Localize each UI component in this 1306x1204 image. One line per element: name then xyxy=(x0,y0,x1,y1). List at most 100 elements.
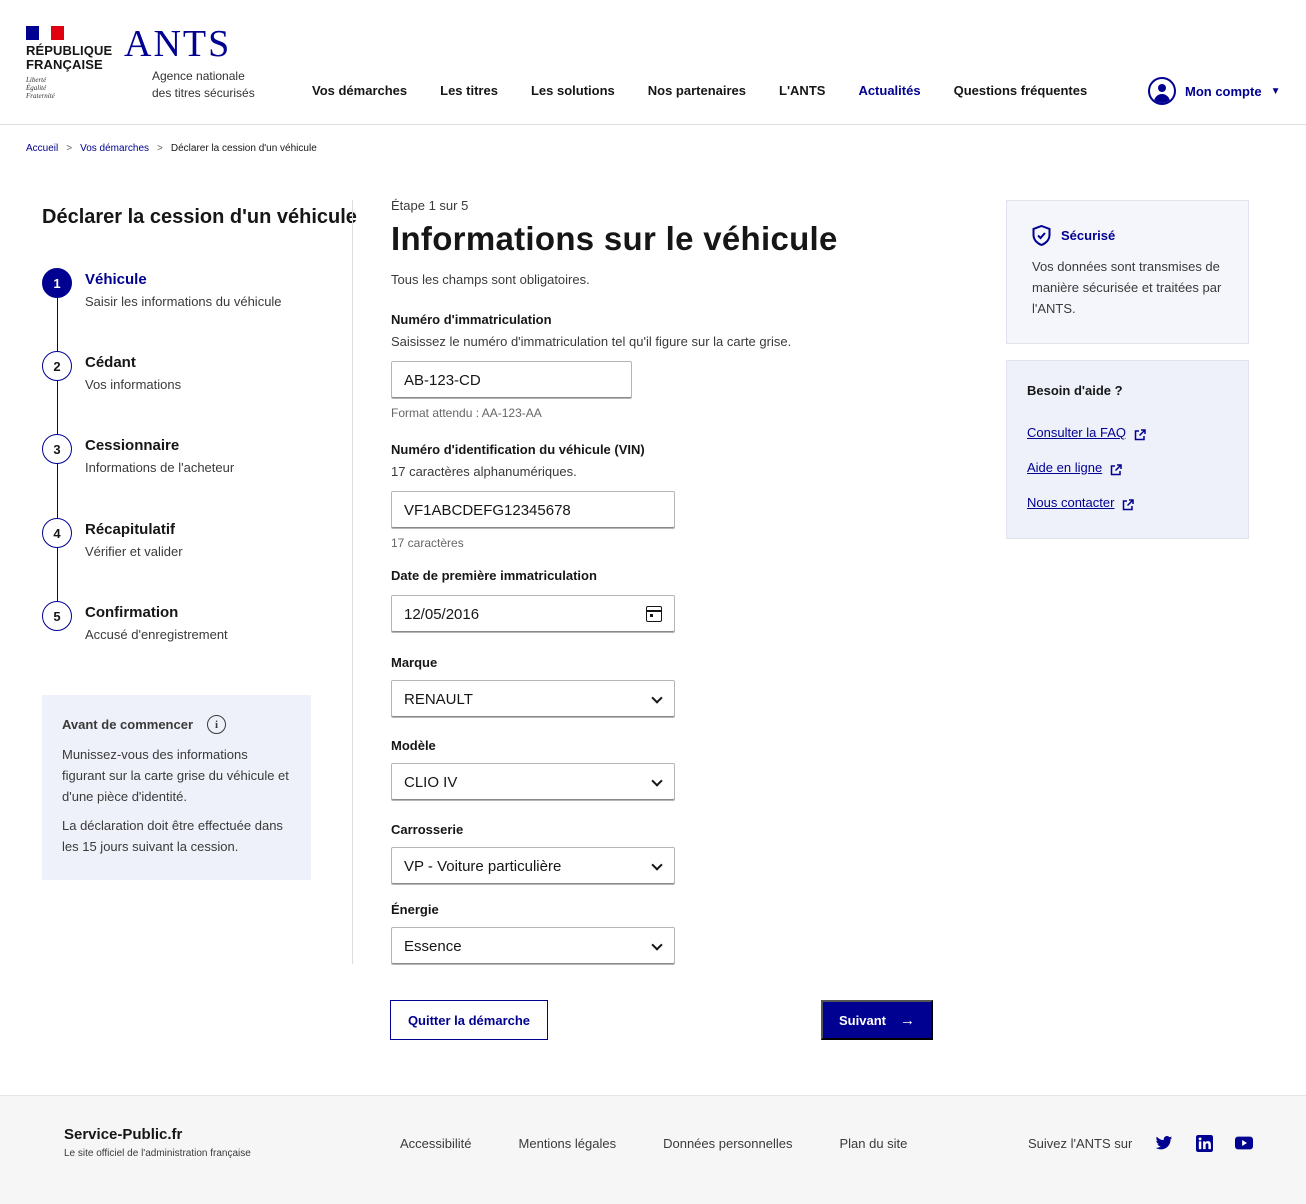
step-number: 3 xyxy=(42,434,72,464)
arrow-right-icon: → xyxy=(899,1011,915,1029)
column-divider xyxy=(352,200,353,964)
nav-nos-partenaires[interactable]: Nos partenaires xyxy=(636,80,758,102)
ants-brand-subtitle: Agence nationale des titres sécurisés xyxy=(152,68,282,102)
external-link-icon xyxy=(1122,497,1135,511)
input-value: VF1ABCDEFG12345678 xyxy=(404,501,571,519)
ants-sub-line1: Agence nationale xyxy=(152,69,245,83)
help-box: Besoin d'aide ? Consulter la FAQ Aide en… xyxy=(1006,360,1249,539)
step-recapitulatif[interactable]: 4 Récapitulatif Vérifier et valider xyxy=(42,518,183,561)
marque-select[interactable]: RENAULT xyxy=(391,680,675,718)
help-link-label: Aide en ligne xyxy=(1027,460,1103,475)
modele-select[interactable]: CLIO IV xyxy=(391,763,675,801)
step-title: Véhicule xyxy=(85,271,147,288)
linkedin-icon[interactable] xyxy=(1195,1134,1213,1152)
chevron-right-icon: > xyxy=(66,143,73,154)
ants-logo[interactable]: ANTS Agence nationale des titres sécuris… xyxy=(124,23,255,100)
field-label: Date de première immatriculation xyxy=(391,568,597,583)
marque-field-group: Marque RENAULT xyxy=(391,654,951,718)
step-title: Récapitulatif xyxy=(85,521,176,538)
field-label: Énergie xyxy=(391,902,439,917)
help-link-label: Nous contacter xyxy=(1027,495,1115,510)
help-link-contact[interactable]: Nous contacter xyxy=(1027,493,1228,513)
step-cedant[interactable]: 2 Cédant Vos informations xyxy=(42,351,181,394)
republic-motto: Liberté Égalité Fraternité xyxy=(26,76,110,100)
quit-button[interactable]: Quitter la démarche xyxy=(390,1000,548,1040)
step-number: 4 xyxy=(42,518,72,548)
select-value: CLIO IV xyxy=(404,773,458,791)
social-label: Suivez l'ANTS sur xyxy=(1028,1135,1133,1151)
step-indicator: Étape 1 sur 5 xyxy=(391,198,469,213)
secure-title: Sécurisé xyxy=(1061,228,1116,243)
next-button[interactable]: Suivant → xyxy=(821,1000,933,1040)
calendar-icon[interactable] xyxy=(646,606,662,622)
field-hint: Saisissez le numéro d'immatriculation te… xyxy=(391,334,792,349)
step-cessionnaire[interactable]: 3 Cessionnaire Informations de l'acheteu… xyxy=(42,434,234,477)
immatriculation-input[interactable]: AB-123-CD xyxy=(391,361,632,399)
nav-actualites[interactable]: Actualités xyxy=(846,80,932,102)
motto-line2: Égalité xyxy=(26,84,47,92)
help-link-faq[interactable]: Consulter la FAQ xyxy=(1027,423,1228,443)
first-registration-date-input[interactable]: 12/05/2016 xyxy=(391,595,675,633)
republique-francaise-logo[interactable]: RÉPUBLIQUE FRANÇAISE Liberté Égalité Fra… xyxy=(26,26,113,100)
procedure-title: Déclarer la cession d'un véhicule xyxy=(42,206,357,228)
field-help: 17 caractères xyxy=(391,536,464,550)
step-vehicule[interactable]: 1 Véhicule Saisir les informations du vé… xyxy=(42,268,282,311)
help-title: Besoin d'aide ? xyxy=(1027,383,1123,398)
carrosserie-select[interactable]: VP - Voiture particulière xyxy=(391,847,675,885)
field-label: Modèle xyxy=(391,738,436,753)
vin-input[interactable]: VF1ABCDEFG12345678 xyxy=(391,491,675,529)
breadcrumb: Accueil > Vos démarches > Déclarer la ce… xyxy=(26,143,317,154)
chevron-down-icon: ▼ xyxy=(1270,85,1281,97)
breadcrumb-accueil[interactable]: Accueil xyxy=(26,143,58,154)
nav-questions-frequentes[interactable]: Questions fréquentes xyxy=(942,80,1100,102)
info-box-text: Munissez-vous des informations figurant … xyxy=(62,747,289,804)
site-footer: Service-Public.fr Le site officiel de l'… xyxy=(0,1095,1306,1204)
field-label: Carrosserie xyxy=(391,822,464,837)
site-header: RÉPUBLIQUE FRANÇAISE Liberté Égalité Fra… xyxy=(0,0,1306,125)
nav-les-titres[interactable]: Les titres xyxy=(428,80,510,102)
step-desc: Informations de l'acheteur xyxy=(85,460,235,475)
footer-brand[interactable]: Service-Public.fr Le site officiel de l'… xyxy=(64,1126,251,1159)
chevron-down-icon xyxy=(652,694,662,704)
account-label: Mon compte xyxy=(1185,83,1262,99)
external-link-icon xyxy=(1110,462,1122,476)
chevron-right-icon: > xyxy=(157,143,163,154)
step-title: Confirmation xyxy=(85,604,179,621)
nav-l-ants[interactable]: L'ANTS xyxy=(767,80,837,102)
date-field-group: Date de première immatriculation 12/05/2… xyxy=(391,567,951,633)
carrosserie-field-group: Carrosserie VP - Voiture particulière xyxy=(391,821,951,885)
account-menu-button[interactable]: Mon compte ▼ xyxy=(1148,77,1280,105)
step-confirmation[interactable]: 5 Confirmation Accusé d'enregistrement xyxy=(42,601,228,644)
help-link-label: Consulter la FAQ xyxy=(1027,425,1126,440)
motto-line1: Liberté xyxy=(26,76,47,84)
field-label: Marque xyxy=(391,655,438,670)
user-avatar-icon xyxy=(1148,77,1176,105)
help-link-aide-en-ligne[interactable]: Aide en ligne xyxy=(1027,458,1228,478)
field-label: Numéro d'identification du véhicule (VIN… xyxy=(391,442,645,457)
ants-sub-line2: des titres sécurisés xyxy=(152,86,255,100)
select-value: Essence xyxy=(404,937,462,955)
energie-field-group: Énergie Essence xyxy=(391,901,951,965)
next-button-label: Suivant xyxy=(839,1012,886,1028)
step-desc: Accusé d'enregistrement xyxy=(85,627,228,642)
footer-link-plan-du-site[interactable]: Plan du site xyxy=(839,1136,907,1151)
footer-link-accessibilite[interactable]: Accessibilité xyxy=(400,1136,472,1151)
footer-link-donnees-personnelles[interactable]: Données personnelles xyxy=(663,1136,792,1151)
step-number: 1 xyxy=(42,268,72,298)
select-value: VP - Voiture particulière xyxy=(404,857,562,875)
nav-les-solutions[interactable]: Les solutions xyxy=(519,80,627,102)
twitter-icon[interactable] xyxy=(1155,1134,1173,1152)
youtube-icon[interactable] xyxy=(1235,1134,1254,1152)
energie-select[interactable]: Essence xyxy=(391,927,675,965)
sidebar: Déclarer la cession d'un véhicule 1 Véhi… xyxy=(42,200,357,642)
footer-brand-sub: Le site officiel de l'administration fra… xyxy=(64,1148,251,1159)
field-hint: 17 caractères alphanumériques. xyxy=(391,464,577,479)
republic-name: RÉPUBLIQUE FRANÇAISE xyxy=(26,43,113,72)
main-nav: Vos démarches Les titres Les solutions N… xyxy=(300,80,1108,102)
footer-link-mentions-legales[interactable]: Mentions légales xyxy=(519,1136,617,1151)
republic-name-line1: RÉPUBLIQUE xyxy=(26,43,113,58)
nav-vos-demarches[interactable]: Vos démarches xyxy=(300,80,419,102)
breadcrumb-vos-demarches[interactable]: Vos démarches xyxy=(80,143,149,154)
ants-brand: ANTS xyxy=(124,23,232,65)
step-desc: Vos informations xyxy=(85,377,182,392)
